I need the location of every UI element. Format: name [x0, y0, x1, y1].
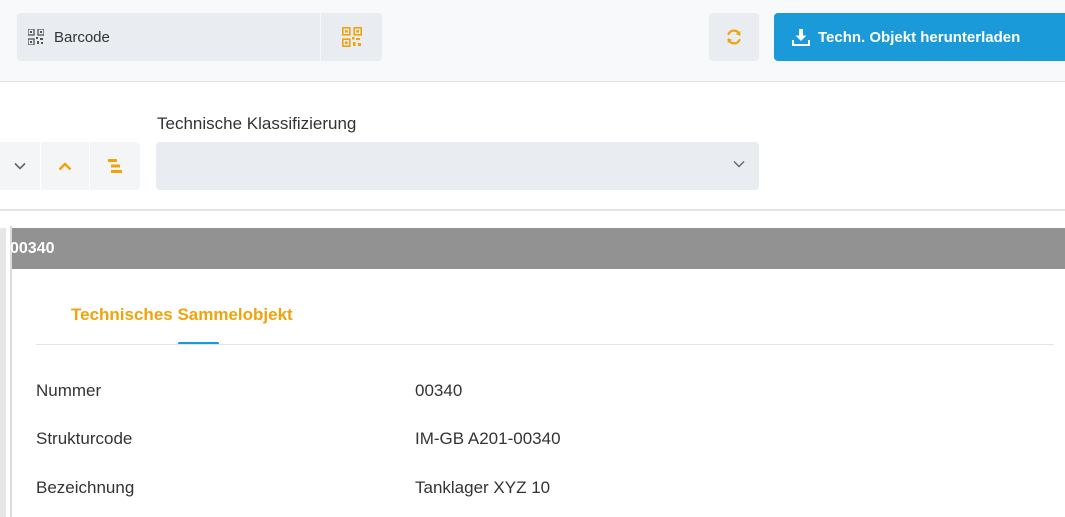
expand-up-button[interactable]	[41, 142, 89, 190]
download-object-button[interactable]: Techn. Objekt herunterladen	[774, 13, 1065, 61]
classification-label: Technische Klassifizierung	[157, 114, 357, 133]
chevron-down-icon	[14, 162, 26, 170]
property-label-nummer: Nummer	[36, 381, 102, 400]
qr-code-icon	[28, 29, 44, 45]
refresh-icon	[727, 29, 741, 45]
collapse-button[interactable]	[0, 142, 40, 190]
property-value-strukturcode: IM-GB A201-00340	[415, 429, 561, 448]
top-toolbar: Barcode Techn. Objekt herunterladen	[0, 0, 1065, 82]
property-label-bezeichnung: Bezeichnung	[36, 478, 135, 497]
barcode-placeholder: Barcode	[54, 28, 110, 46]
download-label: Techn. Objekt herunterladen	[818, 28, 1021, 46]
scan-qr-button[interactable]	[321, 13, 382, 61]
tree-view-button[interactable]	[90, 142, 140, 190]
panel-left-strip	[0, 228, 6, 517]
classification-select[interactable]	[156, 142, 759, 190]
chevron-up-icon	[58, 161, 72, 170]
property-value-bezeichnung: Tanklager XYZ 10	[415, 478, 551, 497]
qr-code-icon	[341, 27, 362, 47]
download-icon	[792, 29, 810, 46]
tree-icon	[108, 159, 122, 173]
chevron-down-icon	[733, 161, 745, 168]
property-value-nummer: 00340	[415, 381, 463, 400]
tab-underline	[36, 344, 1054, 345]
barcode-input[interactable]: Barcode	[17, 13, 320, 61]
panel-header[interactable]: 00340	[10, 228, 1065, 269]
refresh-button[interactable]	[709, 13, 759, 61]
object-panel: 00340	[10, 226, 1065, 517]
tab-technisches-sammelobjekt[interactable]: Technisches Sammelobjekt	[71, 305, 293, 325]
property-label-strukturcode: Strukturcode	[36, 429, 133, 448]
section-divider	[0, 209, 1065, 211]
panel-title: 00340	[10, 239, 55, 257]
